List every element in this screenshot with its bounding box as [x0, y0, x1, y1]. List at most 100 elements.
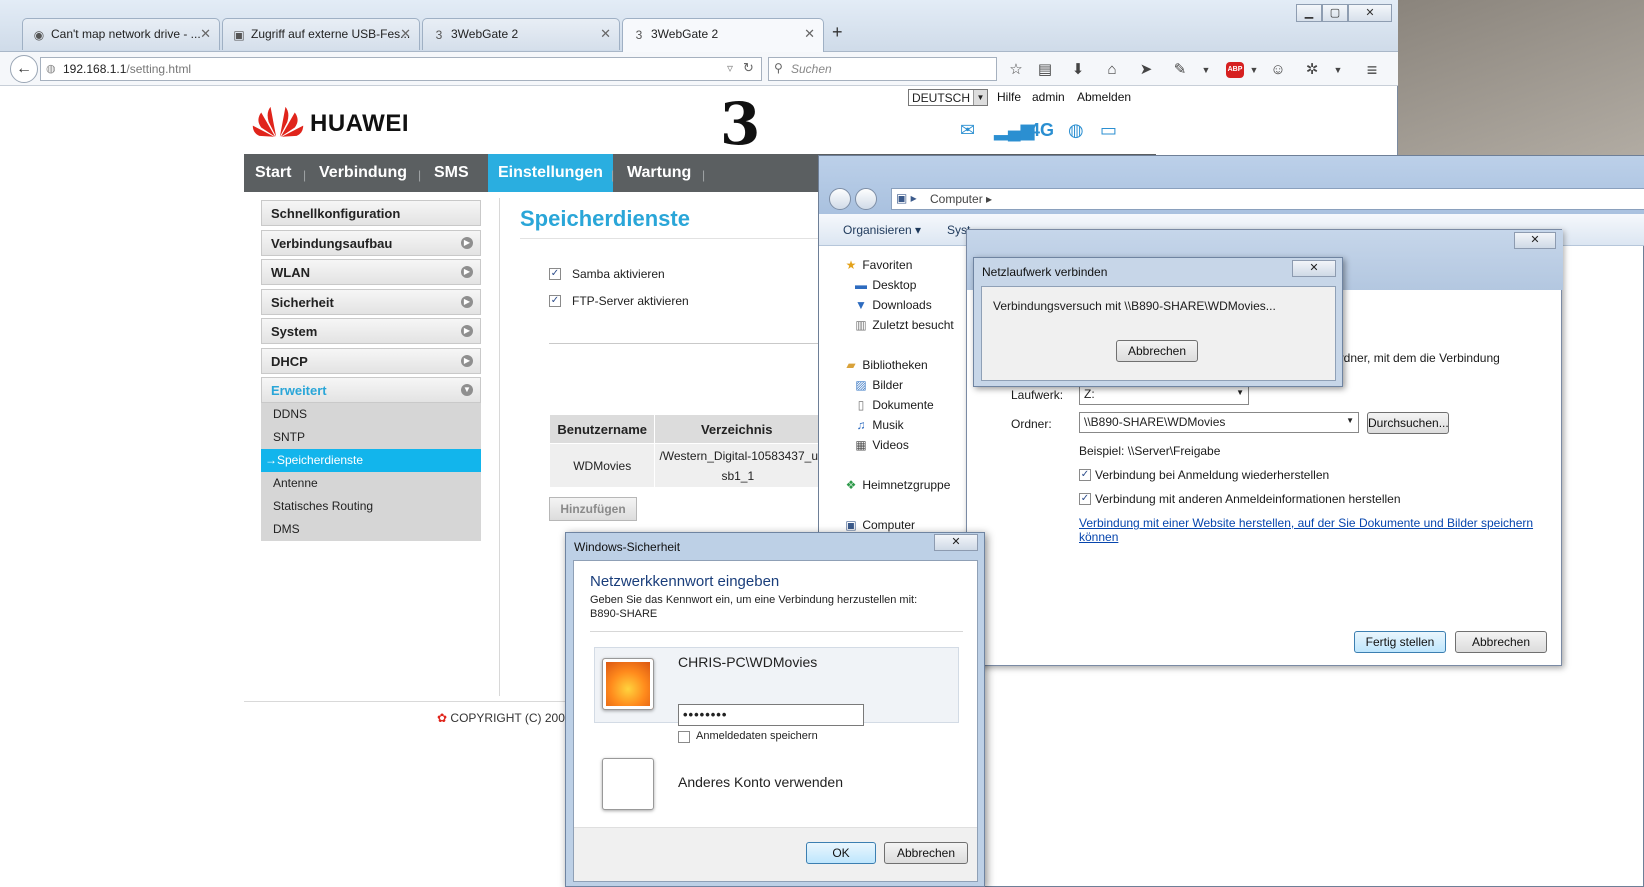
music-icon: ♫: [856, 418, 866, 432]
organize-button[interactable]: Organisieren ▾: [843, 223, 921, 237]
language-select[interactable]: DEUTSCH ▼: [908, 89, 988, 106]
nav-pictures[interactable]: ▨ Bilder: [853, 378, 903, 392]
url-bar[interactable]: ◍ 192.168.1.1/setting.html ▿ ↻: [40, 57, 762, 81]
cancel-button[interactable]: Abbrechen: [1455, 631, 1547, 653]
nav-maintenance[interactable]: Wartung: [627, 154, 691, 192]
back-arrow-icon[interactable]: [829, 188, 851, 210]
nav-connection[interactable]: Verbindung: [319, 154, 407, 192]
website-link[interactable]: Verbindung mit einer Website herstellen,…: [1079, 516, 1533, 530]
dialog-title: Netzlaufwerk verbinden: [982, 265, 1108, 279]
folder-input[interactable]: \\B890-SHARE\WDMovies ▼: [1079, 412, 1359, 433]
chevron-down-icon[interactable]: ▼: [1328, 60, 1348, 80]
breadcrumb[interactable]: Computer: [930, 192, 983, 206]
nav-documents[interactable]: ▯ Dokumente: [853, 398, 934, 412]
help-link[interactable]: Hilfe: [997, 90, 1021, 104]
sidebar-item-quicksetup[interactable]: Schnellkonfiguration: [261, 200, 481, 226]
chevron-down-icon[interactable]: ▼: [1196, 60, 1216, 80]
other-account-tile[interactable]: [602, 758, 654, 810]
footer-divider: [244, 701, 574, 702]
recent-icon: ▥: [855, 318, 867, 332]
samba-checkbox[interactable]: ✓: [549, 268, 561, 280]
password-input[interactable]: ••••••••: [678, 704, 864, 726]
bookmark-star-icon[interactable]: ☆: [1006, 60, 1026, 80]
minimize-button[interactable]: ▁: [1296, 4, 1322, 22]
nav-desktop[interactable]: ▬ Desktop: [853, 278, 916, 292]
nav-libraries[interactable]: ▰ Bibliotheken: [843, 358, 927, 372]
drive-select[interactable]: Z: ▼: [1079, 384, 1249, 405]
send-icon[interactable]: ➤: [1136, 60, 1156, 80]
new-tab-button[interactable]: +: [832, 22, 843, 43]
nav-computer[interactable]: ▣ Computer: [843, 518, 915, 532]
sidebar-item-advanced[interactable]: Erweitert ▼: [261, 377, 481, 403]
close-icon[interactable]: ✕: [400, 26, 411, 42]
menu-icon[interactable]: ≡: [1362, 60, 1382, 80]
logout-link[interactable]: Abmelden: [1077, 90, 1131, 104]
submenu-ddns[interactable]: DDNS: [273, 407, 307, 421]
dir-line: sb1_1: [721, 468, 755, 483]
nav-downloads[interactable]: ▼ Downloads: [853, 298, 932, 312]
other-creds-checkbox[interactable]: ✓: [1079, 493, 1091, 505]
nav-favorites[interactable]: ★ Favoriten: [843, 258, 913, 272]
submenu-antenna[interactable]: Antenne: [273, 476, 318, 490]
nav-music[interactable]: ♫ Musik: [853, 418, 904, 432]
tools-icon[interactable]: ✎: [1170, 60, 1190, 80]
reconnect-checkbox[interactable]: ✓: [1079, 469, 1091, 481]
other-account-label[interactable]: Anderes Konto verwenden: [678, 774, 843, 790]
chat-icon[interactable]: ☺: [1268, 60, 1288, 80]
title-divider: [520, 238, 820, 239]
nav-start[interactable]: Start: [255, 154, 291, 192]
sidebar-item-security[interactable]: Sicherheit ▶: [261, 289, 481, 315]
back-arrow-icon[interactable]: ←: [10, 55, 38, 83]
remember-checkbox[interactable]: [678, 731, 690, 743]
forward-arrow-icon[interactable]: [855, 188, 877, 210]
adblock-icon[interactable]: ABP: [1226, 62, 1244, 78]
submenu-static-routing[interactable]: Statisches Routing: [273, 499, 373, 513]
nav-sms[interactable]: SMS: [434, 154, 469, 192]
ftp-checkbox[interactable]: ✓: [549, 295, 561, 307]
table-row[interactable]: WDMovies /Western_Digital-10583437_u sb1…: [548, 443, 819, 488]
cancel-button[interactable]: Abbrechen: [884, 842, 968, 864]
nav-settings[interactable]: Einstellungen: [488, 154, 613, 192]
reading-list-icon[interactable]: ▤: [1035, 60, 1055, 80]
submenu-sntp[interactable]: SNTP: [273, 430, 305, 444]
close-icon[interactable]: ✕: [600, 26, 611, 42]
maximize-button[interactable]: ▢: [1322, 4, 1348, 22]
ok-button[interactable]: OK: [806, 842, 876, 864]
chevron-down-icon[interactable]: ▼: [1244, 60, 1264, 80]
reload-icon[interactable]: ↻: [743, 60, 754, 76]
close-button[interactable]: ✕: [1292, 260, 1336, 277]
nav-homegroup[interactable]: ❖ Heimnetzgruppe: [843, 478, 951, 492]
sidebar-item-dhcp[interactable]: DHCP ▶: [261, 348, 481, 374]
search-input[interactable]: ⚲ Suchen: [768, 57, 997, 81]
bug-icon[interactable]: ✲: [1302, 60, 1322, 80]
sidebar-item-system[interactable]: System ▶: [261, 318, 481, 344]
close-icon[interactable]: ✕: [804, 26, 815, 42]
dropdown-icon[interactable]: ▿: [727, 61, 733, 75]
huawei-logo-icon: ✿: [437, 711, 448, 725]
add-button[interactable]: Hinzufügen: [549, 497, 637, 521]
browse-button[interactable]: Durchsuchen...: [1367, 412, 1449, 434]
close-button[interactable]: ✕: [1514, 232, 1556, 249]
explorer-address-bar[interactable]: ▣ ▸ Computer ▸: [891, 188, 1644, 210]
nav-recent[interactable]: ▥ Zuletzt besucht: [853, 318, 953, 332]
submenu-dms[interactable]: DMS: [273, 522, 300, 536]
sidebar-item-wlan[interactable]: WLAN ▶: [261, 259, 481, 285]
ftp-label: FTP-Server aktivieren: [572, 294, 689, 308]
close-button[interactable]: ✕: [934, 534, 978, 551]
nav-videos[interactable]: ▦ Videos: [853, 438, 909, 452]
website-link-cont[interactable]: können: [1079, 530, 1118, 544]
submenu-storage-active[interactable]: →Speicherdienste: [261, 449, 481, 472]
tab-1[interactable]: ◉ Can't map network drive - ... ✕: [22, 18, 220, 50]
dialog-title: Windows-Sicherheit: [574, 540, 681, 554]
tab-2[interactable]: ▣ Zugriff auf externe USB-Fes... ✕: [222, 18, 420, 50]
close-icon[interactable]: ✕: [200, 26, 211, 42]
home-icon[interactable]: ⌂: [1102, 60, 1122, 80]
sidebar-item-dialup[interactable]: Verbindungsaufbau ▶: [261, 230, 481, 256]
tab-3[interactable]: 3 3WebGate 2 ✕: [422, 18, 620, 50]
close-window-button[interactable]: ✕: [1348, 4, 1392, 22]
tab-4-active[interactable]: 3 3WebGate 2 ✕: [622, 18, 824, 52]
finish-button[interactable]: Fertig stellen: [1354, 631, 1446, 653]
download-icon[interactable]: ⬇: [1068, 60, 1088, 80]
cancel-button[interactable]: Abbrechen: [1116, 340, 1198, 362]
mail-icon[interactable]: ✉: [960, 120, 975, 141]
